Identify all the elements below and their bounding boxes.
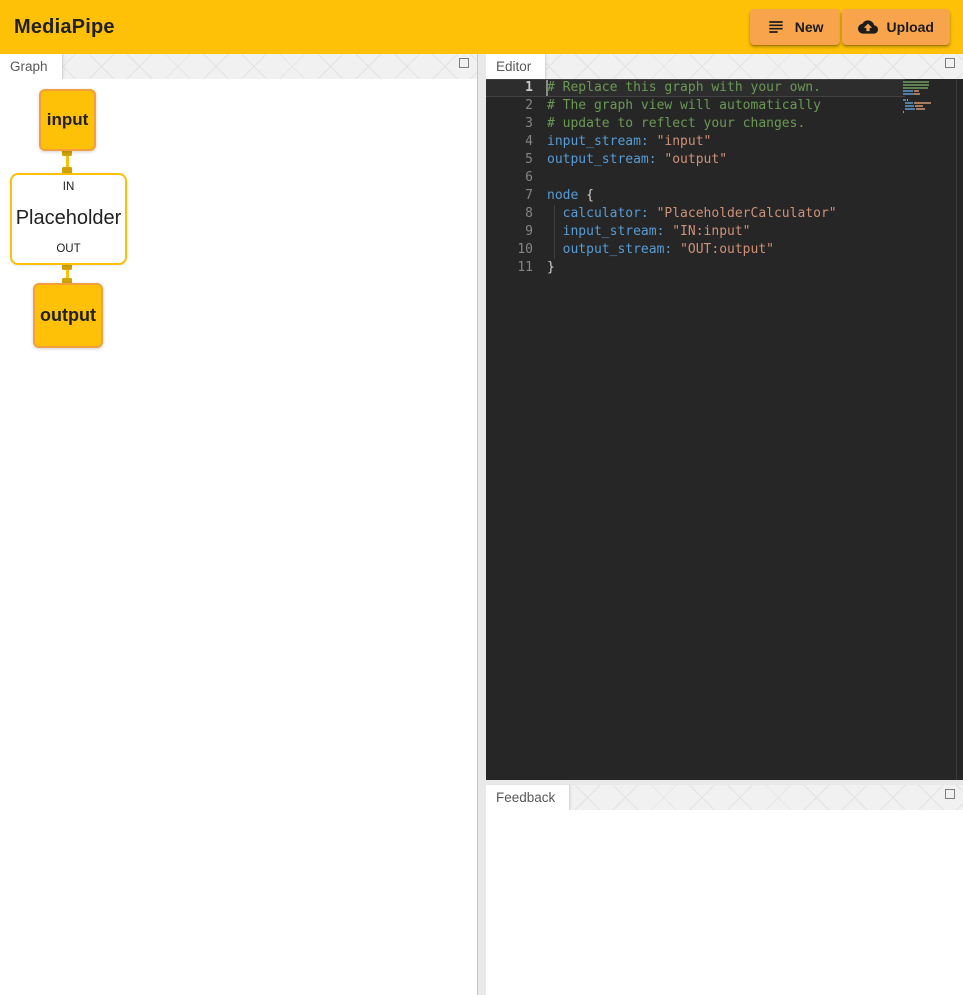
code-token (649, 134, 657, 149)
code-token (672, 242, 680, 257)
code-line[interactable]: } (547, 259, 903, 277)
code-line[interactable]: calculator: "PlaceholderCalculator" (547, 205, 903, 223)
node-label: input (47, 110, 89, 130)
graph-node-input[interactable]: input (39, 89, 96, 151)
code-line[interactable]: input_stream: "input" (547, 133, 903, 151)
minimap-line (903, 99, 940, 101)
code-line[interactable]: # update to reflect your changes. (547, 115, 903, 133)
line-number: 2 (486, 97, 533, 115)
code-token: # Replace this graph with your own. (547, 80, 821, 95)
graph-node-placeholder[interactable]: IN Placeholder OUT (10, 173, 127, 265)
editor-code: # Replace this graph with your own. # The… (547, 79, 903, 277)
code-token: # The graph view will automatically (547, 98, 821, 113)
minimap-line (903, 87, 940, 89)
line-number: 3 (486, 115, 533, 133)
in-port-label: IN (63, 181, 75, 193)
subject-icon (766, 17, 786, 37)
minimap-line (903, 84, 940, 86)
editor-minimap[interactable] (903, 81, 940, 114)
minimap-line (903, 81, 940, 83)
node-label: output (40, 305, 96, 326)
graph-node-output[interactable]: output (33, 283, 103, 348)
code-line[interactable]: output_stream: "OUT:output" (547, 241, 903, 259)
code-token: "IN:input" (672, 224, 750, 239)
code-token: node (547, 188, 578, 203)
out-port-label: OUT (56, 243, 80, 255)
code-token: calculator: (563, 206, 649, 221)
new-button-label: New (795, 19, 824, 35)
code-token: "output" (664, 152, 727, 167)
minimap-line (903, 111, 940, 113)
line-number: 5 (486, 151, 533, 169)
line-number: 7 (486, 187, 533, 205)
code-editor[interactable]: 1234567891011 # Replace this graph with … (486, 79, 963, 780)
line-number: 1 (486, 79, 533, 97)
minimap-line (903, 93, 940, 95)
feedback-content (486, 810, 963, 995)
line-number: 8 (486, 205, 533, 223)
minimap-line (903, 108, 940, 110)
editor-gutter: 1234567891011 (486, 79, 533, 277)
tab-feedback[interactable]: Feedback (486, 785, 570, 810)
code-token (547, 242, 563, 257)
line-number: 4 (486, 133, 533, 151)
code-line[interactable]: # Replace this graph with your own. (547, 79, 903, 97)
line-number: 11 (486, 259, 533, 277)
minimap-line (903, 105, 940, 107)
code-token: { (578, 188, 594, 203)
code-token: input_stream: (547, 134, 649, 149)
tab-editor[interactable]: Editor (486, 54, 546, 79)
code-token: "PlaceholderCalculator" (657, 206, 837, 221)
node-label: Placeholder (16, 207, 122, 230)
page-title: MediaPipe (14, 16, 115, 39)
graph-tabstrip: Graph (0, 54, 477, 79)
code-line[interactable] (547, 169, 903, 187)
maximize-icon[interactable] (945, 789, 955, 799)
code-line[interactable]: # The graph view will automatically (547, 97, 903, 115)
graph-canvas[interactable]: input IN Placeholder OUT output (0, 79, 477, 995)
feedback-panel: Feedback (486, 785, 963, 995)
code-token: # update to reflect your changes. (547, 116, 805, 131)
line-number: 6 (486, 169, 533, 187)
code-token: "OUT:output" (680, 242, 774, 257)
minimap-line (903, 96, 940, 98)
new-button[interactable]: New (750, 9, 840, 45)
upload-button[interactable]: Upload (842, 9, 950, 45)
code-token: "input" (657, 134, 712, 149)
code-token: output_stream: (547, 152, 657, 167)
code-token (547, 224, 563, 239)
editor-panel: Editor 1234567891011 # Replace this grap… (486, 54, 963, 780)
editor-tabstrip: Editor (486, 54, 963, 79)
maximize-icon[interactable] (945, 58, 955, 68)
code-line[interactable]: output_stream: "output" (547, 151, 903, 169)
code-token (547, 206, 563, 221)
code-token: } (547, 260, 555, 275)
line-number: 10 (486, 241, 533, 259)
code-token (649, 206, 657, 221)
maximize-icon[interactable] (459, 58, 469, 68)
line-number: 9 (486, 223, 533, 241)
app-header: MediaPipe New Upload (0, 0, 963, 54)
code-line[interactable]: node { (547, 187, 903, 205)
code-token: output_stream: (563, 242, 673, 257)
minimap-line (903, 90, 940, 92)
upload-button-label: Upload (887, 19, 934, 35)
tab-graph[interactable]: Graph (0, 54, 63, 79)
code-line[interactable]: input_stream: "IN:input" (547, 223, 903, 241)
code-token: input_stream: (563, 224, 665, 239)
graph-panel: Graph input IN Placeholder OUT output (0, 54, 478, 995)
cloud-upload-icon (858, 17, 878, 37)
feedback-tabstrip: Feedback (486, 785, 963, 810)
minimap-line (903, 102, 940, 104)
